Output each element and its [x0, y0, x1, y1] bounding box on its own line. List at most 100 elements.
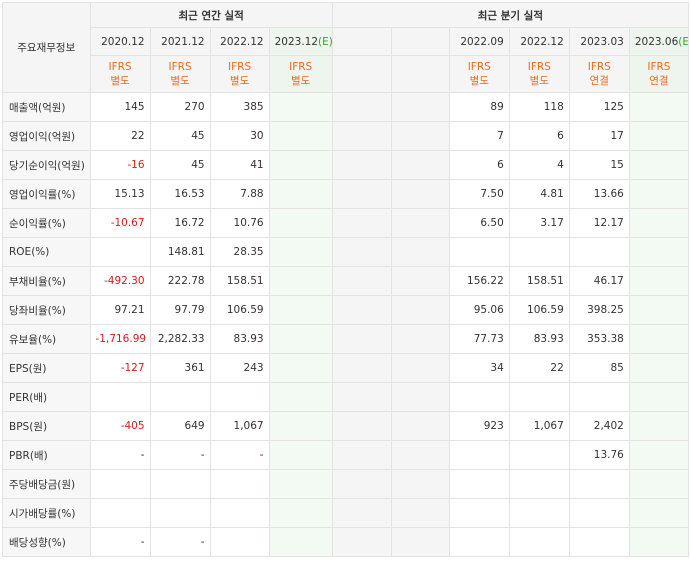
- quarterly-value-cell: 1,067: [508, 411, 570, 441]
- table-row: 순이익률(%) -10.67 16.72 10.76 6.50 3.17 12.17: [2, 208, 690, 238]
- empty-cell: [331, 179, 392, 209]
- annual-value-cell: [89, 469, 151, 499]
- empty-cell: [331, 237, 392, 267]
- empty-cell: [331, 382, 392, 412]
- annual-value-cell: -: [149, 440, 211, 470]
- annual-value-cell: [209, 498, 270, 528]
- table-row: EPS(원) -127 361 243 34 22 85: [2, 353, 690, 383]
- quarterly-value-cell: [448, 498, 510, 528]
- annual-period-header: 2021.12: [149, 27, 211, 56]
- quarterly-value-cell: [628, 92, 690, 122]
- quarterly-value-cell: 125: [568, 92, 630, 122]
- quarterly-value-cell: 4.81: [508, 179, 570, 209]
- quarterly-value-cell: [568, 382, 630, 412]
- row-label: 시가배당률(%): [2, 498, 91, 528]
- annual-value-cell: [268, 150, 333, 180]
- annual-value-cell: -127: [89, 353, 151, 383]
- quarterly-value-cell: [628, 469, 690, 499]
- annual-value-cell: 270: [149, 92, 211, 122]
- annual-value-cell: 158.51: [209, 266, 270, 296]
- quarterly-value-cell: 22: [508, 353, 570, 383]
- accounting-basis: IFRS 연결: [568, 55, 630, 93]
- quarterly-value-cell: 46.17: [568, 266, 630, 296]
- quarterly-value-cell: [628, 150, 690, 180]
- quarterly-value-cell: [448, 382, 510, 412]
- annual-period-header: 2020.12: [89, 27, 151, 56]
- annual-value-cell: 10.76: [209, 208, 270, 238]
- row-label: 주당배당금(원): [2, 469, 91, 499]
- quarterly-value-cell: [448, 527, 510, 557]
- empty-header-cell: [390, 55, 450, 93]
- annual-value-cell: [268, 92, 333, 122]
- annual-value-cell: 148.81: [149, 237, 211, 267]
- table-row: 부채비율(%) -492.30 222.78 158.51 156.22 158.51 46…: [2, 266, 690, 296]
- empty-cell: [390, 411, 450, 441]
- row-label: 당기순이익(억원): [2, 150, 91, 180]
- annual-value-cell: 30: [209, 121, 270, 151]
- annual-value-cell: [268, 411, 333, 441]
- quarterly-period-header: 2023.03: [568, 27, 630, 56]
- quarterly-value-cell: 158.51: [508, 266, 570, 296]
- empty-cell: [390, 295, 450, 325]
- table-row: 영업이익(억원) 22 45 30 7 6 17: [2, 121, 690, 151]
- empty-header-cell: [390, 27, 450, 56]
- quarterly-value-cell: [628, 121, 690, 151]
- period-label: 2022.12: [520, 35, 564, 48]
- table-row: 영업이익률(%) 15.13 16.53 7.88 7.50 4.81 13.66: [2, 179, 690, 209]
- quarterly-value-cell: [508, 382, 570, 412]
- annual-value-cell: [149, 382, 211, 412]
- row-label: ROE(%): [2, 237, 91, 267]
- quarterly-value-cell: 6.50: [448, 208, 510, 238]
- quarterly-value-cell: [508, 237, 570, 267]
- quarterly-value-cell: [568, 527, 630, 557]
- table-row: 당좌비율(%) 97.21 97.79 106.59 95.06 106.59 398.25: [2, 295, 690, 325]
- quarterly-value-cell: [628, 353, 690, 383]
- empty-cell: [390, 353, 450, 383]
- empty-cell: [390, 324, 450, 354]
- row-label: 영업이익(억원): [2, 121, 91, 151]
- annual-value-cell: [268, 295, 333, 325]
- annual-value-cell: [268, 469, 333, 499]
- empty-cell: [390, 382, 450, 412]
- quarterly-value-cell: [628, 411, 690, 441]
- annual-value-cell: 1,067: [209, 411, 270, 441]
- annual-value-cell: 649: [149, 411, 211, 441]
- annual-value-cell: -: [149, 527, 211, 557]
- quarterly-value-cell: [628, 208, 690, 238]
- quarterly-value-cell: 4: [508, 150, 570, 180]
- quarterly-value-cell: [508, 440, 570, 470]
- accounting-basis: IFRS 연결: [628, 55, 690, 93]
- quarterly-value-cell: 7.50: [448, 179, 510, 209]
- row-label: 매출액(억원): [2, 92, 91, 122]
- estimate-mark: (E): [318, 35, 333, 48]
- annual-value-cell: [268, 498, 333, 528]
- annual-value-cell: [268, 440, 333, 470]
- quarterly-value-cell: 353.38: [568, 324, 630, 354]
- quarterly-value-cell: [628, 527, 690, 557]
- annual-value-cell: [268, 527, 333, 557]
- empty-cell: [331, 121, 392, 151]
- row-label: PER(배): [2, 382, 91, 412]
- empty-cell: [331, 266, 392, 296]
- quarterly-value-cell: [628, 266, 690, 296]
- row-label: 배당성향(%): [2, 527, 91, 557]
- empty-cell: [390, 527, 450, 557]
- row-label: EPS(원): [2, 353, 91, 383]
- quarterly-value-cell: 83.93: [508, 324, 570, 354]
- annual-value-cell: -16: [89, 150, 151, 180]
- accounting-basis: IFRS 별도: [209, 55, 270, 93]
- table-row: 매출액(억원) 145 270 385 89 118 125: [2, 92, 690, 122]
- empty-cell: [331, 324, 392, 354]
- empty-cell: [390, 179, 450, 209]
- annual-value-cell: -: [89, 527, 151, 557]
- quarterly-value-cell: [568, 237, 630, 267]
- quarterly-value-cell: 923: [448, 411, 510, 441]
- annual-section-title: 최근 연간 실적: [89, 2, 333, 28]
- quarterly-value-cell: [508, 498, 570, 528]
- annual-value-cell: [89, 237, 151, 267]
- quarterly-section-title: 최근 분기 실적: [331, 2, 690, 28]
- empty-header-cell: [331, 55, 392, 93]
- accounting-basis: IFRS 별도: [149, 55, 211, 93]
- annual-period-header: 2023.12(E): [268, 27, 333, 56]
- table-row: 배당성향(%) - -: [2, 527, 690, 557]
